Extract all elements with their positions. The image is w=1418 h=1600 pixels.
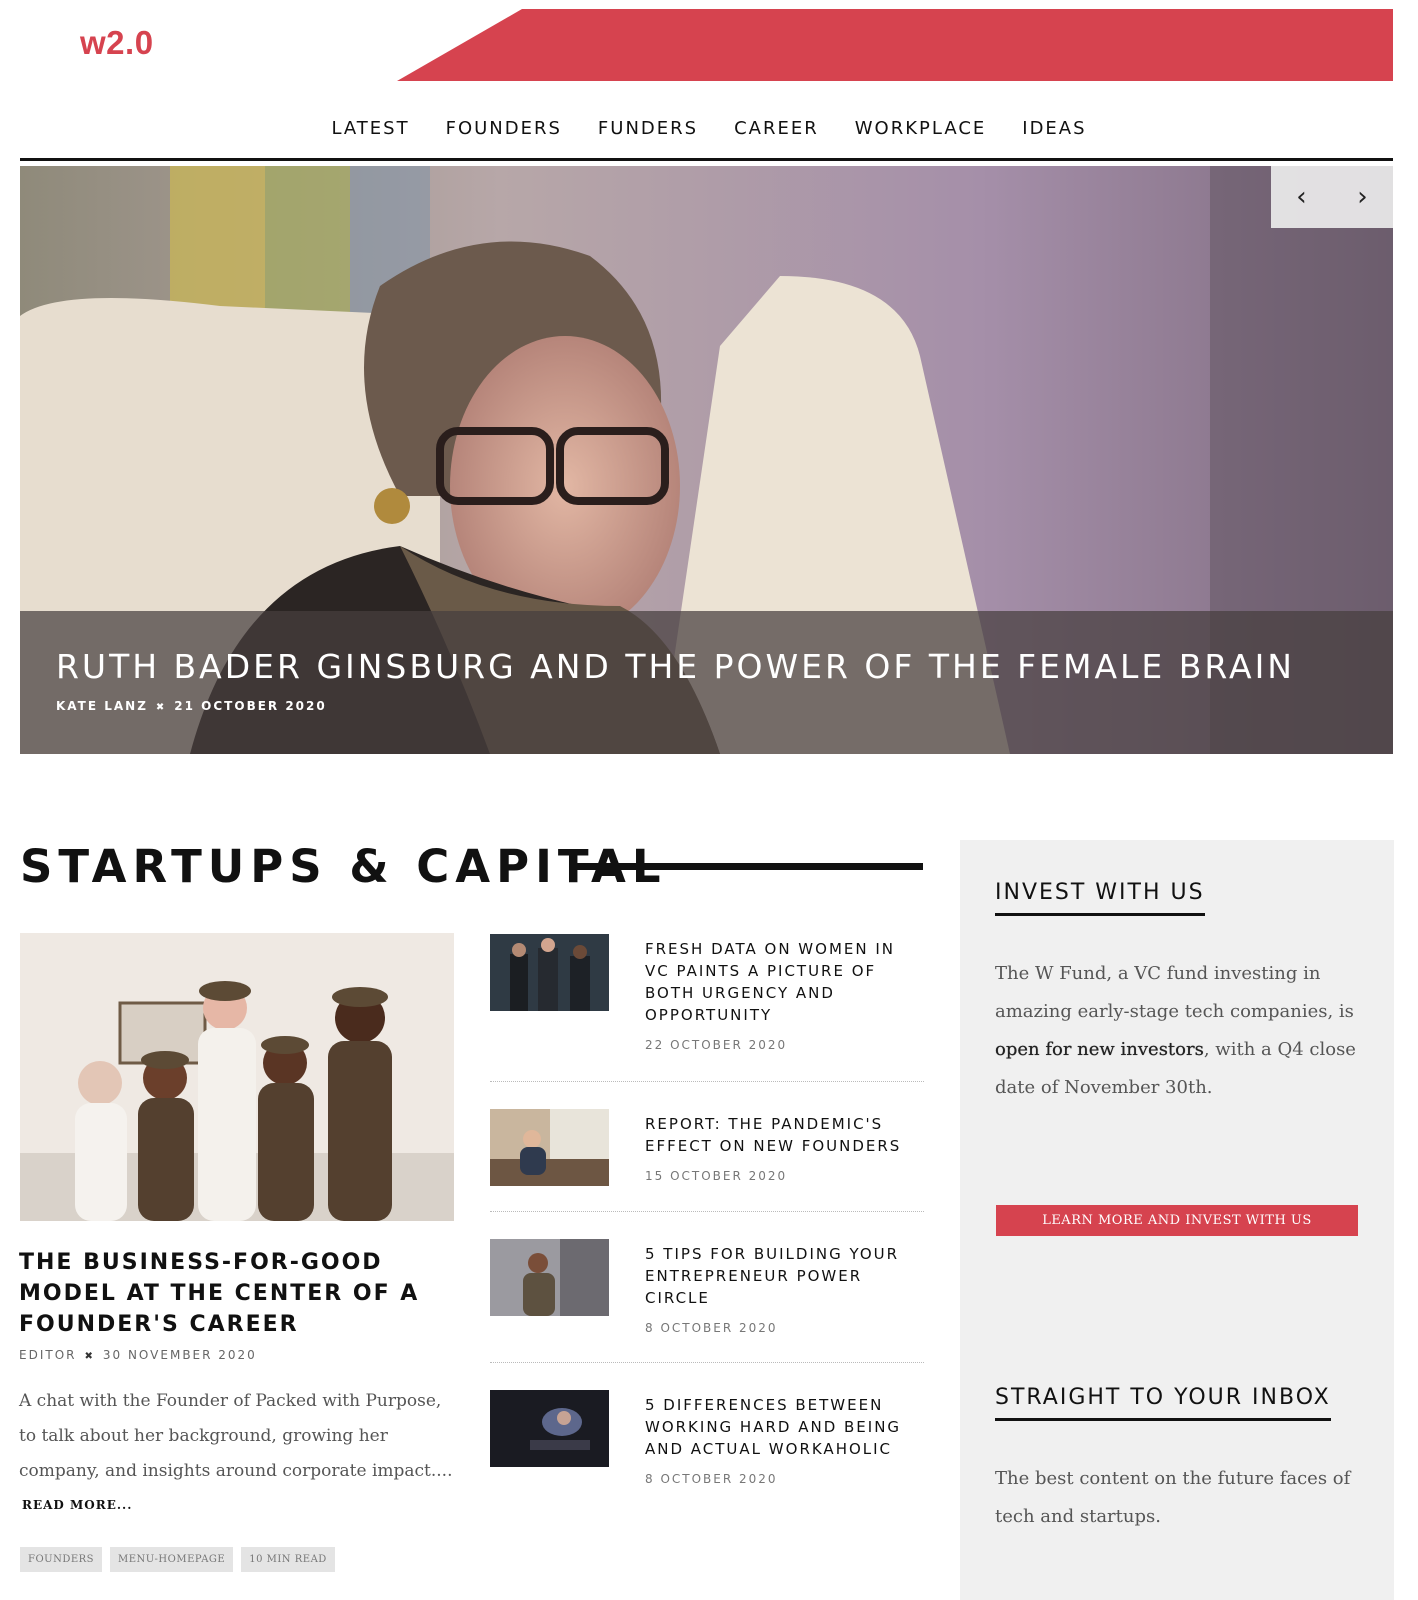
header-banner-shape (397, 9, 1393, 81)
article-title[interactable]: 5 TIPS FOR BUILDING YOUR ENTREPRENEUR PO… (645, 1243, 925, 1309)
article-title[interactable]: REPORT: THE PANDEMIC'S EFFECT ON NEW FOU… (645, 1113, 925, 1157)
hero-author[interactable]: KATE LANZ (56, 699, 148, 713)
article-thumbnail[interactable] (490, 1390, 609, 1467)
invest-text-highlight: open for new investors (995, 1039, 1204, 1060)
tag-list: FOUNDERS MENU-HOMEPAGE 10 MIN READ (20, 1547, 335, 1572)
invest-button[interactable]: LEARN MORE AND INVEST WITH US (996, 1205, 1358, 1236)
hero-date: 21 OCTOBER 2020 (174, 699, 327, 713)
nav-item-funders[interactable]: FUNDERS (580, 118, 716, 139)
section-title-rule (576, 863, 923, 870)
read-more-link[interactable]: READ MORE... (22, 1498, 132, 1512)
hero-slider[interactable]: ‹ › RUTH BADER GINSBURG AND THE POWER OF… (20, 166, 1393, 754)
hero-slider-controls: ‹ › (1271, 166, 1393, 228)
invest-heading: INVEST WITH US (995, 880, 1205, 916)
invest-text-start: The W Fund, a VC fund investing in amazi… (995, 963, 1354, 1022)
site-logo[interactable]: w2.0 (80, 24, 154, 62)
nav-item-latest[interactable]: LATEST (313, 118, 427, 139)
tag-menu-homepage[interactable]: MENU-HOMEPAGE (110, 1547, 234, 1572)
inbox-text: The best content on the future faces of … (995, 1468, 1351, 1527)
tag-founders[interactable]: FOUNDERS (20, 1547, 103, 1572)
article-date: 8 OCTOBER 2020 (645, 1321, 778, 1335)
inbox-heading: STRAIGHT TO YOUR INBOX (995, 1385, 1331, 1421)
chevron-right-icon[interactable]: › (1332, 166, 1393, 228)
article-thumbnail[interactable] (490, 1109, 609, 1186)
list-divider (490, 1081, 924, 1082)
nav-item-career[interactable]: CAREER (716, 118, 837, 139)
hero-title[interactable]: RUTH BADER GINSBURG AND THE POWER OF THE… (56, 647, 1295, 686)
hero-caption: RUTH BADER GINSBURG AND THE POWER OF THE… (20, 611, 1393, 754)
feature-author[interactable]: EDITOR (19, 1348, 76, 1362)
separator-icon: ✖ (155, 702, 167, 713)
article-title[interactable]: 5 DIFFERENCES BETWEEN WORKING HARD AND B… (645, 1394, 925, 1460)
nav-divider (20, 158, 1393, 161)
main-nav: LATEST FOUNDERS FUNDERS CAREER WORKPLACE… (0, 118, 1418, 139)
feature-photo (20, 933, 454, 1221)
nav-item-ideas[interactable]: IDEAS (1004, 118, 1104, 139)
feature-date: 30 NOVEMBER 2020 (102, 1348, 257, 1362)
article-date: 8 OCTOBER 2020 (645, 1472, 778, 1486)
nav-item-founders[interactable]: FOUNDERS (428, 118, 580, 139)
article-date: 22 OCTOBER 2020 (645, 1038, 788, 1052)
article-thumbnail[interactable] (490, 934, 609, 1011)
nav-item-workplace[interactable]: WORKPLACE (837, 118, 1005, 139)
feature-image[interactable] (20, 933, 454, 1221)
list-divider (490, 1211, 924, 1212)
feature-meta: EDITOR ✖ 30 NOVEMBER 2020 (19, 1348, 257, 1362)
sidebar: INVEST WITH US The W Fund, a VC fund inv… (960, 840, 1394, 1600)
feature-title[interactable]: THE BUSINESS-FOR-GOOD MODEL AT THE CENTE… (19, 1247, 459, 1340)
chevron-left-icon[interactable]: ‹ (1271, 166, 1332, 228)
section-title: STARTUPS & CAPITAL (20, 840, 667, 893)
article-thumbnail[interactable] (490, 1239, 609, 1316)
separator-icon: ✖ (84, 1351, 95, 1362)
invest-text: The W Fund, a VC fund investing in amazi… (995, 955, 1370, 1107)
article-title[interactable]: FRESH DATA ON WOMEN IN VC PAINTS A PICTU… (645, 938, 925, 1026)
article-date: 15 OCTOBER 2020 (645, 1169, 788, 1183)
feature-excerpt: A chat with the Founder of Packed with P… (19, 1391, 453, 1481)
list-divider (490, 1362, 924, 1363)
hero-meta: KATE LANZ ✖ 21 OCTOBER 2020 (56, 699, 327, 713)
tag-read-time[interactable]: 10 MIN READ (241, 1547, 335, 1572)
